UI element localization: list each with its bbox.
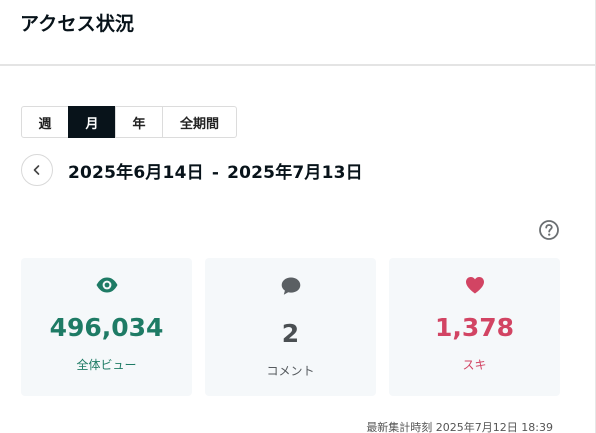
- likes-count: 1,378: [434, 313, 515, 342]
- likes-label: スキ: [462, 358, 487, 372]
- page-header: アクセス状況: [0, 0, 595, 64]
- date-range-end: 2025年7月13日: [227, 162, 363, 183]
- tab-all-time[interactable]: 全期間: [162, 106, 237, 138]
- heart-icon: [465, 277, 484, 294]
- period-tabs: 週 月 年 全期間: [21, 106, 237, 138]
- date-range-start: 2025年6月14日: [68, 162, 204, 183]
- tab-week[interactable]: 週: [21, 106, 69, 138]
- help-icon[interactable]: [538, 219, 560, 241]
- date-range-separator: -: [211, 162, 220, 183]
- date-range: 2025年6月14日 -2025年7月13日: [68, 158, 363, 183]
- previous-period-button[interactable]: [21, 154, 53, 186]
- comments-count: 2: [281, 319, 300, 348]
- tab-month[interactable]: 月: [68, 106, 116, 138]
- views-label: 全体ビュー: [76, 358, 137, 372]
- header-divider: [0, 64, 595, 66]
- eye-icon: [96, 277, 117, 293]
- page-title: アクセス状況: [20, 13, 135, 35]
- stat-card-views: 496,034 全体ビュー: [21, 258, 192, 396]
- chevron-left-icon: [33, 165, 40, 175]
- stat-card-likes: 1,378 スキ: [389, 258, 560, 396]
- stat-card-comments: 2 コメント: [205, 258, 376, 396]
- speech-bubble-icon: [281, 277, 300, 295]
- tab-year[interactable]: 年: [115, 106, 163, 138]
- access-status-page: アクセス状況 週 月 年 全期間 2025年6月14日-2025年7月13日: [0, 0, 596, 433]
- views-count: 496,034: [49, 313, 164, 342]
- last-updated-text: 最新集計時刻 2025年7月12日 18:39: [366, 421, 553, 433]
- date-range-row: 2025年6月14日 -2025年7月13日: [21, 154, 363, 186]
- comments-label: コメント: [266, 364, 315, 378]
